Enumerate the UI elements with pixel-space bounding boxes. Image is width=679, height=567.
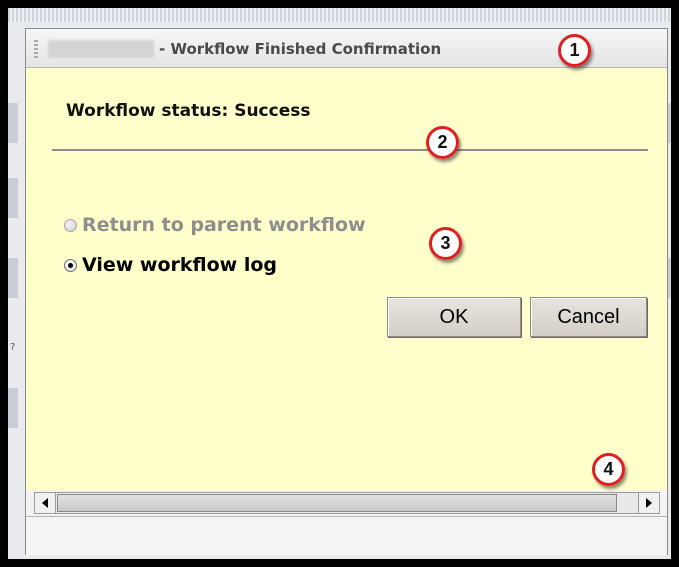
horizontal-scrollbar[interactable] <box>34 492 660 514</box>
cancel-button[interactable]: Cancel <box>530 297 647 337</box>
workflow-status: Workflow status: Success <box>66 101 311 121</box>
option-label: View workflow log <box>82 254 278 276</box>
callout-marker: 3 <box>429 227 462 260</box>
background-toolbar <box>8 8 671 22</box>
callout-marker: 1 <box>558 34 591 67</box>
callout-marker: 4 <box>592 453 625 486</box>
redacted-workflow-name <box>48 40 154 58</box>
drag-grip-icon[interactable] <box>34 40 38 58</box>
scroll-left-button[interactable] <box>35 493 56 513</box>
background-row <box>8 103 18 143</box>
radio-button-return-to-parent[interactable] <box>64 218 77 232</box>
divider <box>52 149 648 151</box>
background-row <box>8 388 18 428</box>
scroll-right-button[interactable] <box>638 493 659 513</box>
scrollbar-thumb[interactable] <box>57 494 617 512</box>
arrow-right-icon <box>646 498 652 508</box>
dialog-title: - Workflow Finished Confirmation <box>159 40 442 58</box>
radio-button-view-workflow-log[interactable] <box>64 258 77 272</box>
ok-button[interactable]: OK <box>387 297 521 337</box>
arrow-left-icon <box>42 498 48 508</box>
background-row <box>8 258 18 298</box>
option-label: Return to parent workflow <box>82 214 366 236</box>
dialog-content: Workflow status: Success Return to paren… <box>26 68 667 490</box>
dialog-footer <box>26 516 667 555</box>
option-return-to-parent[interactable]: Return to parent workflow <box>64 214 366 236</box>
option-view-workflow-log[interactable]: View workflow log <box>64 254 277 276</box>
workflow-finished-dialog: - Workflow Finished Confirmation Workflo… <box>25 28 668 555</box>
background-glyph: ? <box>10 342 16 353</box>
background-row <box>8 178 18 218</box>
callout-marker: 2 <box>426 126 459 159</box>
